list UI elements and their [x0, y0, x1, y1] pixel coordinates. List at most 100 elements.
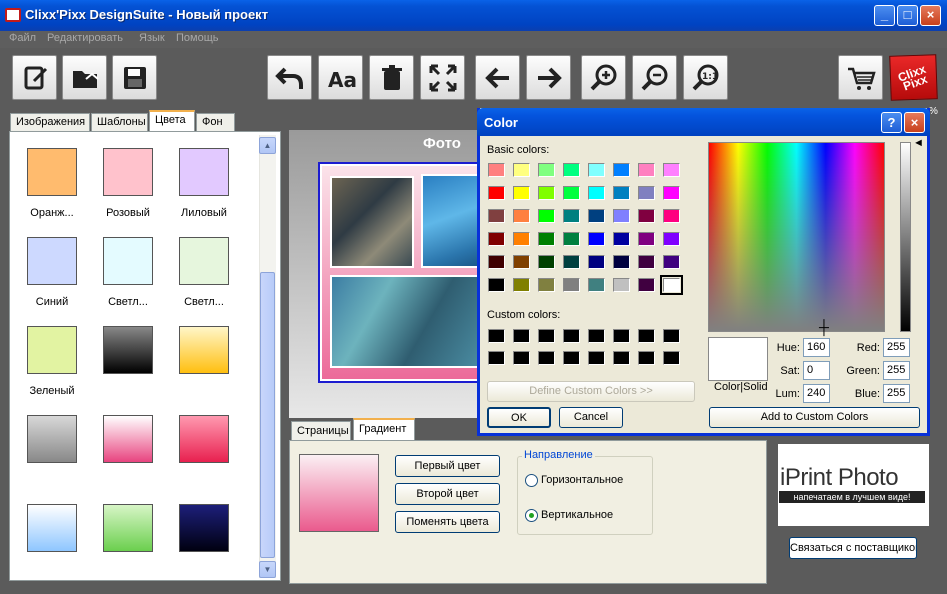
tab-pages[interactable]: Страницы [291, 421, 351, 440]
menu-file[interactable]: Файл [9, 32, 36, 44]
basic-color-cell[interactable] [563, 232, 580, 246]
basic-color-cell[interactable] [613, 255, 630, 269]
basic-color-cell[interactable] [488, 163, 505, 177]
photo-rocks[interactable] [330, 176, 414, 268]
sat-input[interactable]: 0 [803, 361, 830, 380]
second-color-button[interactable]: Второй цвет [395, 483, 500, 505]
swap-colors-button[interactable]: Поменять цвета [395, 511, 500, 533]
scrollbar-thumb[interactable] [260, 272, 275, 558]
color-swatch[interactable] [103, 148, 153, 196]
basic-color-cell[interactable] [563, 255, 580, 269]
basic-color-cell[interactable] [638, 186, 655, 200]
basic-color-cell[interactable] [638, 232, 655, 246]
basic-color-cell[interactable] [613, 186, 630, 200]
radio-horizontal[interactable] [525, 474, 538, 487]
clixxpixx-logo[interactable]: Clixx Pixx [889, 54, 938, 101]
close-button[interactable]: × [920, 5, 941, 26]
minimize-button[interactable]: _ [874, 5, 895, 26]
basic-color-cell[interactable] [588, 278, 605, 292]
custom-color-cell[interactable] [588, 329, 605, 343]
basic-color-cell[interactable] [513, 186, 530, 200]
cancel-button[interactable]: Cancel [559, 407, 623, 428]
basic-color-cell[interactable] [563, 186, 580, 200]
zoom-out-button[interactable] [632, 55, 677, 100]
custom-color-cell[interactable] [538, 329, 555, 343]
basic-color-cell[interactable] [588, 186, 605, 200]
green-input[interactable]: 255 [883, 361, 910, 380]
basic-color-cell[interactable] [563, 163, 580, 177]
custom-color-cell[interactable] [538, 351, 555, 365]
basic-color-cell[interactable] [488, 209, 505, 223]
color-swatch[interactable] [179, 415, 229, 463]
text-font-button[interactable]: Aa [318, 55, 363, 100]
basic-color-cell[interactable] [488, 186, 505, 200]
basic-color-cell[interactable] [513, 232, 530, 246]
basic-color-cell[interactable] [588, 209, 605, 223]
basic-color-cell[interactable] [588, 232, 605, 246]
basic-color-cell[interactable] [538, 232, 555, 246]
custom-color-cell[interactable] [613, 329, 630, 343]
custom-color-cell[interactable] [563, 329, 580, 343]
scroll-up-button[interactable]: ▲ [259, 137, 276, 154]
color-swatch[interactable] [27, 326, 77, 374]
basic-color-cell[interactable] [538, 186, 555, 200]
basic-color-cell[interactable] [513, 163, 530, 177]
custom-color-cell[interactable] [663, 329, 680, 343]
menu-edit[interactable]: Редактировать [47, 32, 123, 44]
tab-templates[interactable]: Шаблоны [91, 113, 148, 131]
fullscreen-button[interactable] [420, 55, 465, 100]
next-page-button[interactable] [526, 55, 571, 100]
menu-language[interactable]: Язык [139, 32, 165, 44]
help-button[interactable]: ? [881, 112, 902, 133]
edit-project-button[interactable] [12, 55, 57, 100]
basic-color-cell[interactable] [563, 209, 580, 223]
prev-page-button[interactable] [475, 55, 520, 100]
basic-color-cell[interactable] [638, 163, 655, 177]
tab-images[interactable]: Изображения [10, 113, 90, 131]
color-swatch[interactable] [179, 237, 229, 285]
luminance-bar[interactable] [900, 142, 911, 332]
basic-color-cell[interactable] [538, 255, 555, 269]
color-swatch[interactable] [103, 504, 153, 552]
basic-color-cell[interactable] [663, 255, 680, 269]
color-spectrum[interactable] [708, 142, 885, 332]
color-swatch[interactable] [179, 504, 229, 552]
color-swatch[interactable] [27, 148, 77, 196]
basic-color-cell[interactable] [488, 278, 505, 292]
basic-color-cell[interactable] [588, 255, 605, 269]
zoom-reset-button[interactable]: 1:1 [683, 55, 728, 100]
basic-color-cell[interactable] [613, 278, 630, 292]
custom-color-cell[interactable] [638, 351, 655, 365]
hue-input[interactable]: 160 [803, 338, 830, 357]
basic-color-cell[interactable] [613, 232, 630, 246]
custom-color-cell[interactable] [613, 351, 630, 365]
open-folder-button[interactable] [62, 55, 107, 100]
color-swatch[interactable] [103, 415, 153, 463]
color-swatch[interactable] [103, 237, 153, 285]
color-swatch[interactable] [27, 415, 77, 463]
dialog-close-button[interactable]: × [904, 112, 925, 133]
scroll-down-button[interactable]: ▼ [259, 561, 276, 578]
custom-color-cell[interactable] [488, 351, 505, 365]
basic-color-cell[interactable] [538, 278, 555, 292]
delete-button[interactable] [369, 55, 414, 100]
luminance-slider-arrow-icon[interactable]: ◄ [913, 137, 924, 149]
define-custom-colors-button[interactable]: Define Custom Colors >> [487, 381, 695, 402]
tab-colors[interactable]: Цвета [149, 110, 195, 131]
basic-color-cell[interactable] [513, 255, 530, 269]
save-button[interactable] [112, 55, 157, 100]
basic-color-cell[interactable] [563, 278, 580, 292]
basic-color-cell[interactable] [663, 186, 680, 200]
tab-background[interactable]: Фон [196, 113, 235, 131]
color-swatch[interactable] [179, 326, 229, 374]
radio-vertical[interactable] [525, 509, 538, 522]
basic-color-cell[interactable] [613, 163, 630, 177]
custom-color-cell[interactable] [638, 329, 655, 343]
basic-color-cell[interactable] [513, 209, 530, 223]
undo-button[interactable] [267, 55, 312, 100]
basic-color-cell[interactable] [638, 255, 655, 269]
basic-color-cell[interactable] [613, 209, 630, 223]
ok-button[interactable]: OK [487, 407, 551, 428]
basic-color-cell[interactable] [513, 278, 530, 292]
maximize-button[interactable]: □ [897, 5, 918, 26]
